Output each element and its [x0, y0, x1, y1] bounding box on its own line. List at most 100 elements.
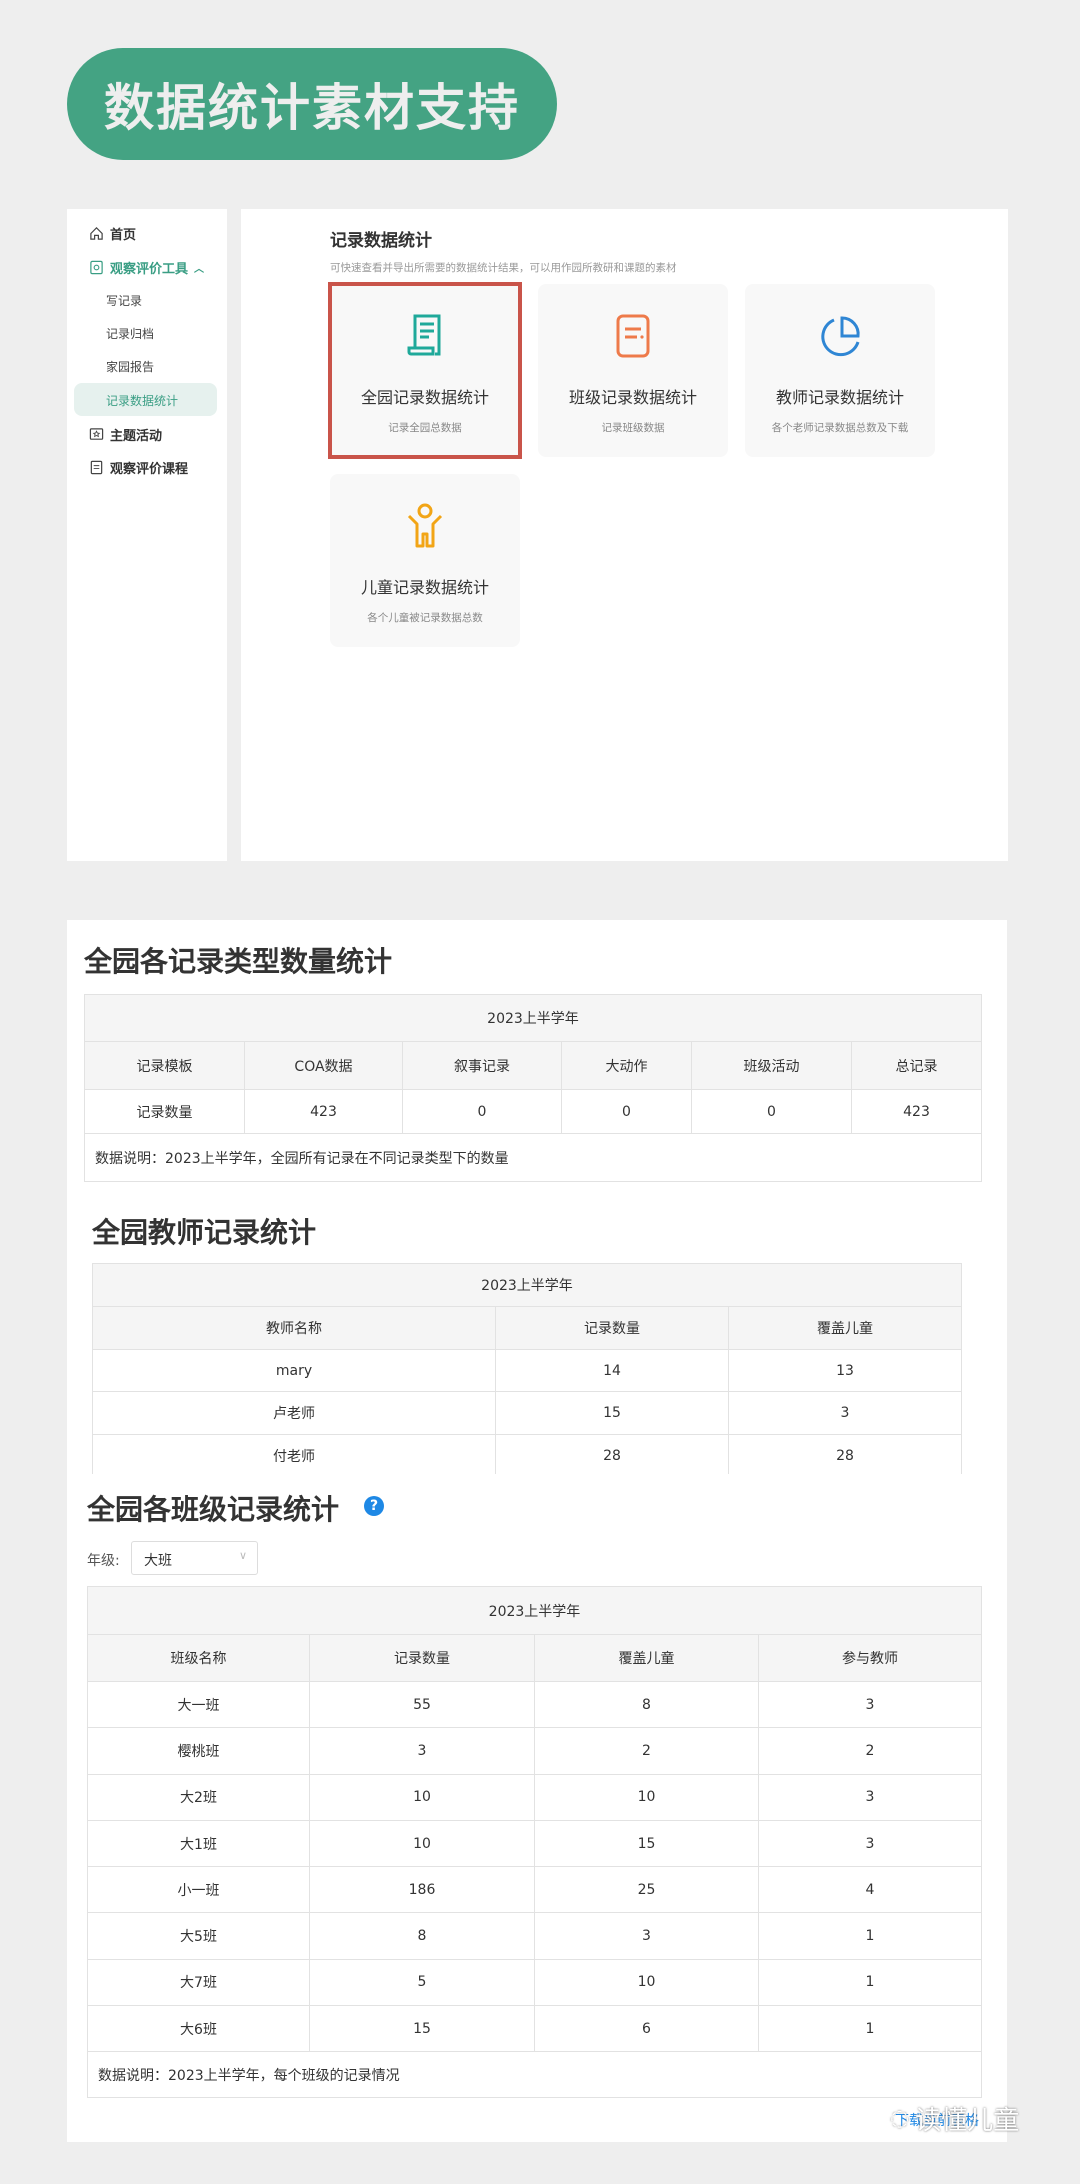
card-teacher-stats[interactable]: 教师记录数据统计 各个老师记录数据总数及下载	[745, 284, 935, 457]
banner-title: 数据统计素材支持	[67, 48, 557, 160]
cell: 2	[534, 1727, 759, 1775]
table-row: 大1班 10 15 3	[87, 1819, 982, 1868]
cell: 423	[244, 1089, 403, 1134]
class-stats-title: 全园各班级记录统计	[87, 1493, 340, 1526]
type-stats-table: 2023上半学年 记录模板 COA数据 叙事记录 大动作 班级活动 总记录 记录…	[84, 994, 982, 1182]
column-header: 教师名称	[92, 1306, 496, 1350]
column-header: 覆盖儿童	[534, 1634, 759, 1682]
column-header: 覆盖儿童	[728, 1306, 962, 1350]
main-content: 记录数据统计 可快速查看并导出所需要的数据统计结果，可以用作园所教研和课题的素材…	[241, 209, 1008, 861]
cell: 423	[851, 1089, 982, 1134]
column-header: 大动作	[561, 1041, 692, 1090]
cell: mary	[92, 1349, 496, 1392]
cell: 15	[309, 2005, 535, 2053]
period-header: 2023上半学年	[84, 994, 982, 1042]
cell: 大2班	[87, 1773, 310, 1821]
card-school-stats[interactable]: 全园记录数据统计 记录全园总数据	[328, 282, 522, 459]
table-row: 付老师 28 28	[92, 1434, 962, 1474]
cell: 0	[561, 1089, 692, 1134]
card-child-stats[interactable]: 儿童记录数据统计 各个儿童被记录数据总数	[330, 474, 520, 647]
help-icon[interactable]: ?	[364, 1496, 384, 1516]
cell: 5	[309, 1958, 535, 2007]
column-header: COA数据	[244, 1041, 403, 1090]
cell: 大1班	[87, 1819, 310, 1868]
cell: 10	[534, 1773, 759, 1821]
cell: 14	[495, 1349, 729, 1392]
sidebar-item-label: 观察评价课程	[110, 461, 189, 477]
column-header: 总记录	[851, 1041, 982, 1090]
sidebar-item-stats[interactable]: 记录数据统计	[106, 390, 178, 410]
column-header: 记录数量	[309, 1634, 535, 1682]
cell: 6	[534, 2005, 759, 2053]
cell: 8	[309, 1912, 535, 1960]
sidebar-item-report[interactable]: 家园报告	[106, 356, 154, 376]
document-icon	[616, 314, 650, 358]
cell: 4	[758, 1866, 982, 1914]
column-header: 记录数量	[495, 1306, 729, 1350]
sidebar-item-home[interactable]: 首页	[89, 223, 136, 243]
teacher-table-clip: 2023上半学年 教师名称 记录数量 覆盖儿童 mary 14 13 卢老师 15 3 …	[92, 1263, 962, 1474]
cell: 25	[534, 1866, 759, 1914]
cell: 8	[534, 1680, 759, 1729]
sidebar-item-themes[interactable]: 主题活动	[89, 424, 162, 444]
sidebar-item-course[interactable]: 观察评价课程	[89, 457, 188, 477]
wechat-icon: ◌	[890, 2106, 910, 2131]
cell: 樱桃班	[87, 1727, 310, 1775]
cell: 大5班	[87, 1912, 310, 1960]
table-row: 樱桃班 3 2 2	[87, 1727, 982, 1775]
card-title: 全园记录数据统计	[360, 388, 489, 407]
cell: 1	[758, 1912, 982, 1960]
chevron-up-icon: ︿	[194, 263, 205, 275]
course-icon	[90, 460, 103, 474]
cell: 大7班	[87, 1958, 310, 2007]
cell: 付老师	[92, 1434, 496, 1474]
data-note: 数据说明：2023上半学年，每个班级的记录情况	[87, 2051, 982, 2099]
table-row: 大2班 10 10 3	[87, 1773, 982, 1821]
sidebar-item-label: 首页	[110, 227, 137, 243]
pie-chart-icon	[821, 316, 860, 357]
cell: 3	[758, 1680, 982, 1729]
cell: 13	[728, 1349, 962, 1392]
table-row: 记录数量 423 0 0 0 423	[84, 1089, 982, 1134]
table-row: 卢老师 15 3	[92, 1391, 962, 1435]
data-note: 数据说明：2023上半学年，全园所有记录在不同记录类型下的数量	[84, 1133, 982, 1182]
cell: 卢老师	[92, 1391, 496, 1435]
cell: 28	[728, 1434, 962, 1474]
cell: 3	[728, 1391, 962, 1435]
home-icon	[90, 226, 103, 240]
period-header: 2023上半学年	[92, 1263, 962, 1307]
cell: 3	[534, 1912, 759, 1960]
cell: 3	[309, 1727, 535, 1775]
page-title: 记录数据统计	[330, 231, 432, 251]
table-row: mary 14 13	[92, 1349, 962, 1392]
sidebar-item-archive[interactable]: 记录归档	[106, 323, 154, 343]
column-header: 叙事记录	[402, 1041, 562, 1090]
grade-value: 大班	[144, 1553, 172, 1569]
cell: 0	[691, 1089, 852, 1134]
cell: 10	[534, 1958, 759, 2007]
observe-icon	[90, 260, 103, 274]
card-class-stats[interactable]: 班级记录数据统计 记录班级数据	[538, 284, 728, 457]
star-board-icon	[89, 427, 104, 440]
sidebar-item-write[interactable]: 写记录	[106, 290, 142, 310]
card-desc: 记录班级数据	[601, 422, 665, 434]
teacher-stats-table: 2023上半学年 教师名称 记录数量 覆盖儿童 mary 14 13 卢老师 15 3 …	[92, 1263, 962, 1474]
cell: 3	[758, 1819, 982, 1868]
column-header: 参与教师	[758, 1634, 982, 1682]
teacher-stats-title: 全园教师记录统计	[92, 1216, 317, 1249]
type-stats-title: 全园各记录类型数量统计	[84, 945, 393, 978]
table-row: 大6班 15 6 1	[87, 2005, 982, 2053]
cell: 15	[534, 1819, 759, 1868]
sidebar-item-label: 观察评价工具	[110, 261, 189, 277]
card-desc: 记录全园总数据	[388, 422, 462, 434]
cell: 186	[309, 1866, 535, 1914]
cell: 28	[495, 1434, 729, 1474]
grade-select[interactable]: 大班 ∨	[131, 1541, 258, 1575]
period-header: 2023上半学年	[87, 1586, 982, 1635]
card-desc: 各个老师记录数据总数及下载	[771, 422, 909, 434]
table-row: 大一班 55 8 3	[87, 1680, 982, 1729]
sidebar-item-observe-tools[interactable]: 观察评价工具 ︿	[89, 257, 204, 277]
card-title: 教师记录数据统计	[775, 388, 904, 407]
cell: 1	[758, 1958, 982, 2007]
watermark: ◌ 读懂儿童	[890, 2100, 1019, 2137]
